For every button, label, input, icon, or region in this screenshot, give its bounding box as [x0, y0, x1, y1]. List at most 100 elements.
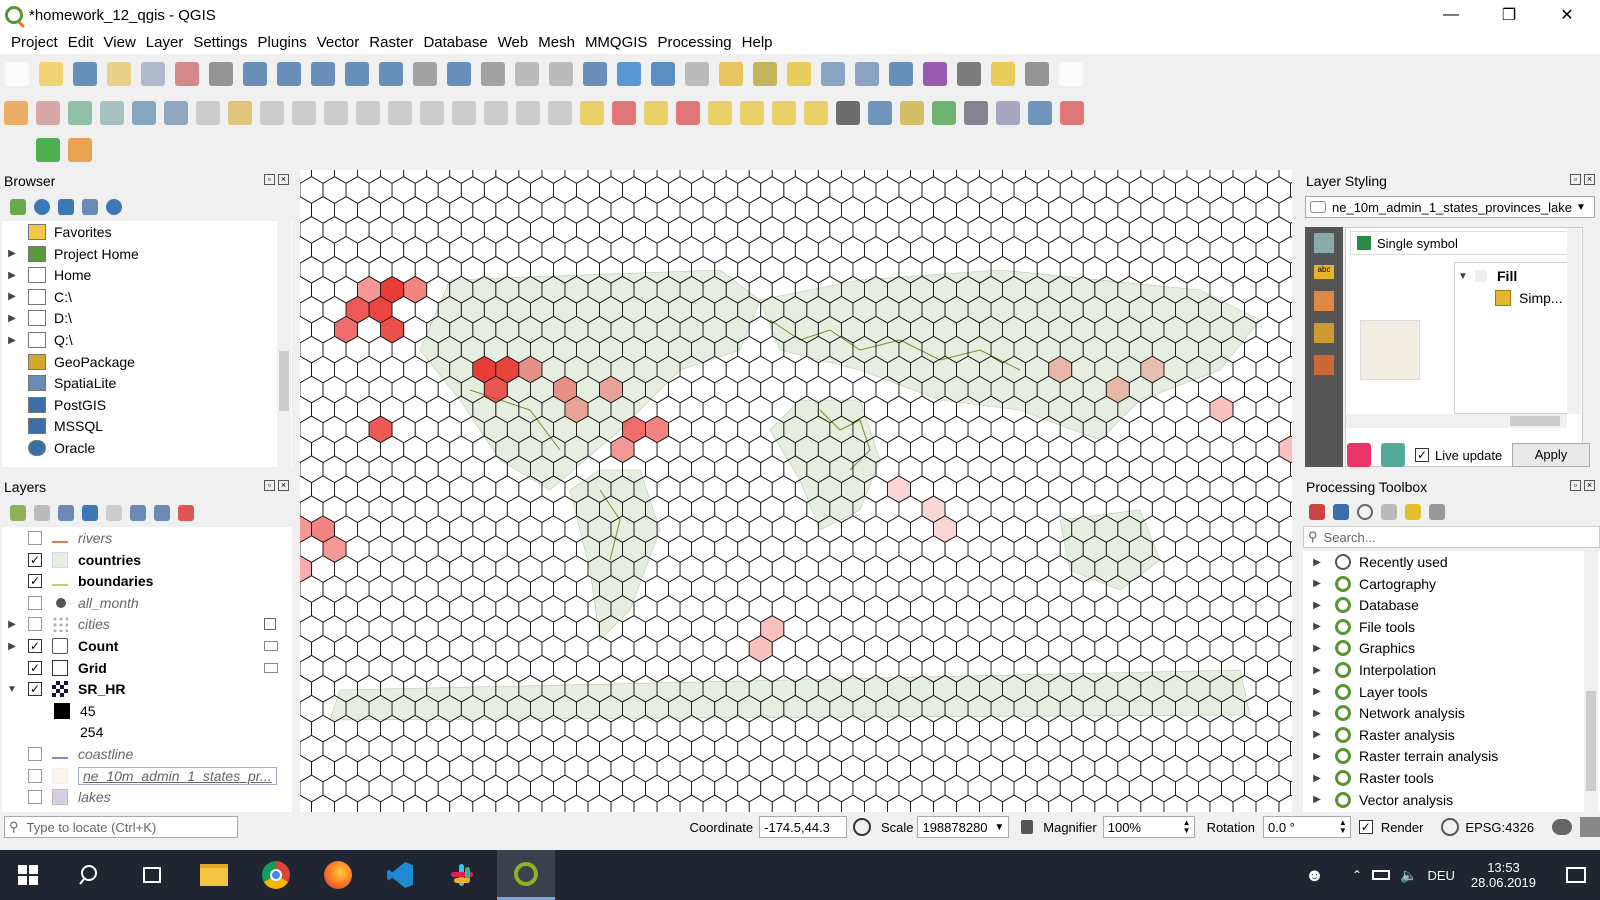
style-manager-icon[interactable]	[10, 505, 26, 521]
undo-icon[interactable]	[1347, 443, 1371, 467]
expand-all-icon[interactable]	[130, 505, 146, 521]
toolbox-item[interactable]: ▶ File tools	[1311, 616, 1415, 638]
open-attribute-table-icon[interactable]	[855, 62, 879, 86]
browser-item[interactable]: MSSQL	[6, 415, 103, 437]
browser-item[interactable]: ▶ Q:\	[6, 329, 73, 351]
label-toolbar-icon[interactable]	[580, 101, 604, 125]
expand-arrow-icon[interactable]: ▶	[6, 313, 18, 324]
layer-visibility-checkbox[interactable]	[28, 617, 42, 632]
close-panel-icon[interactable]: ×	[1584, 480, 1595, 491]
expand-arrow-icon[interactable]: ▶	[6, 270, 18, 281]
menu-plugins[interactable]: Plugins	[258, 34, 307, 51]
menu-vector[interactable]: Vector	[317, 34, 360, 51]
zoom-in-icon[interactable]	[277, 62, 301, 86]
close-panel-icon[interactable]: ×	[1584, 174, 1595, 185]
toggle-extents-icon[interactable]	[852, 818, 871, 836]
qgis-taskbar-icon[interactable]	[497, 850, 555, 900]
diagrams-tab-icon[interactable]	[1314, 323, 1334, 343]
deselect-icon[interactable]	[821, 62, 845, 86]
render-checkbox[interactable]: ✓	[1358, 820, 1373, 834]
zoom-out-icon[interactable]	[311, 62, 335, 86]
menu-layer[interactable]: Layer	[146, 34, 184, 51]
toolbox-item[interactable]: ▶ Interpolation	[1311, 659, 1436, 681]
expand-arrow-icon[interactable]: ▶	[1311, 557, 1323, 568]
zoom-to-native-icon[interactable]	[447, 62, 471, 86]
layer-item[interactable]: lakes	[6, 786, 111, 808]
cut-features-icon[interactable]	[420, 101, 444, 125]
python-scripts-icon[interactable]	[1333, 504, 1349, 520]
expand-arrow-icon[interactable]: ▶	[6, 335, 18, 346]
chrome-icon[interactable]	[256, 855, 296, 895]
browser-item[interactable]: PostGIS	[6, 394, 106, 416]
redo-icon[interactable]	[548, 101, 572, 125]
text-annotation-icon[interactable]	[1059, 62, 1083, 86]
layout-manager-icon[interactable]	[141, 62, 165, 86]
options-icon[interactable]	[1429, 504, 1445, 520]
history-icon[interactable]	[1357, 504, 1373, 520]
field-calculator-icon[interactable]	[889, 62, 913, 86]
select-features-icon[interactable]	[753, 62, 777, 86]
toolbox-scrollbar[interactable]	[1584, 551, 1598, 814]
menu-edit[interactable]: Edit	[68, 34, 94, 51]
slack-icon[interactable]	[442, 855, 482, 895]
labels-tab-icon[interactable]: abc	[1314, 265, 1334, 279]
new-shapefile-icon[interactable]	[68, 101, 92, 125]
battery-icon[interactable]	[1372, 870, 1391, 880]
results-viewer-icon[interactable]	[1381, 504, 1397, 520]
toolbox-item[interactable]: ▶ Network analysis	[1311, 702, 1465, 724]
menu-raster[interactable]: Raster	[369, 34, 413, 51]
browser-item[interactable]: ▶ Project Home	[6, 243, 139, 265]
crs-globe-icon[interactable]	[1441, 818, 1460, 836]
messages-icon[interactable]	[1552, 819, 1573, 835]
data-source-manager-icon[interactable]	[4, 101, 28, 125]
people-icon[interactable]: ☻	[1305, 865, 1324, 886]
add-group-icon[interactable]	[34, 505, 50, 521]
mmqgis-tool-icon[interactable]	[68, 138, 92, 162]
expand-arrow-icon[interactable]: ▶	[6, 291, 18, 302]
statistics-icon[interactable]	[957, 62, 981, 86]
browser-item[interactable]: Oracle	[6, 437, 95, 459]
new-geopackage-icon[interactable]	[36, 101, 60, 125]
toolbox-item[interactable]: ▶ Layer tools	[1311, 681, 1427, 703]
magnifier-field[interactable]: 100% ▲ ▼	[1102, 816, 1195, 838]
zoom-last-icon[interactable]	[481, 62, 505, 86]
layer-visibility-checkbox[interactable]	[28, 790, 42, 805]
new-virtual-layer-icon[interactable]	[132, 101, 156, 125]
layer-item[interactable]: ✓ Grid	[6, 657, 107, 679]
zoom-full-icon[interactable]	[345, 62, 369, 86]
zoom-to-selection-icon[interactable]	[379, 62, 403, 86]
show-hide-labels-icon[interactable]	[772, 101, 796, 125]
float-panel-icon[interactable]: ▫	[264, 480, 275, 491]
toolbox-item[interactable]: ▶ Database	[1311, 594, 1419, 616]
menu-mmqgis[interactable]: MMQGIS	[585, 34, 648, 51]
close-panel-icon[interactable]: ×	[278, 480, 289, 491]
rotate-label-icon[interactable]	[708, 101, 732, 125]
menu-processing[interactable]: Processing	[657, 34, 731, 51]
expand-arrow-icon[interactable]: ▶	[1311, 773, 1323, 784]
toolbox-item[interactable]: ▶ Graphics	[1311, 637, 1415, 659]
history-tab-icon[interactable]	[1314, 355, 1334, 375]
expand-arrow-icon[interactable]: ▶	[1311, 621, 1323, 632]
copy-features-icon[interactable]	[452, 101, 476, 125]
run-action-icon[interactable]	[719, 62, 743, 86]
file-explorer-icon[interactable]	[194, 855, 234, 895]
close-button[interactable]: ✕	[1538, 0, 1596, 30]
processing-toolbox-icon[interactable]	[923, 62, 947, 86]
zoom-to-layer-icon[interactable]	[413, 62, 437, 86]
embedded-widget-icon[interactable]	[264, 662, 278, 673]
vscode-icon[interactable]	[380, 855, 420, 895]
expression-filter-icon[interactable]	[106, 505, 122, 521]
menu-view[interactable]: View	[104, 34, 136, 51]
browser-item[interactable]: ▶ C:\	[6, 286, 72, 308]
expand-arrow-icon[interactable]: ▶	[1311, 729, 1323, 740]
layer-visibility-checkbox[interactable]: ✓	[28, 639, 42, 653]
mmqgis-search-icon[interactable]	[36, 138, 60, 162]
layer-visibility-checkbox[interactable]	[28, 747, 42, 761]
styling-scrollbar[interactable]	[1567, 228, 1581, 414]
pan-icon[interactable]	[209, 62, 233, 86]
python-console-icon[interactable]	[868, 101, 892, 125]
help-icon[interactable]	[1028, 101, 1052, 125]
toolbox-item[interactable]: ▶ Raster tools	[1311, 767, 1434, 789]
expand-arrow-icon[interactable]: ▶	[1311, 686, 1323, 697]
coordinate-field[interactable]: -174.5,44.3	[759, 816, 847, 838]
